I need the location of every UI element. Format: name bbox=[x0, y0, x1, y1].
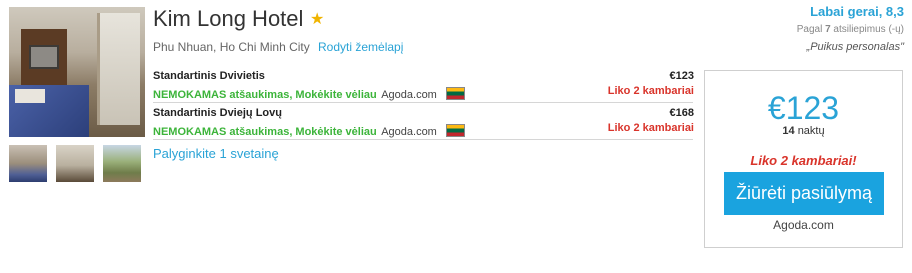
rate-price[interactable]: €168 bbox=[670, 107, 694, 119]
star-icon: ★ bbox=[310, 11, 325, 28]
hotel-name[interactable]: Kim Long Hotel bbox=[153, 6, 303, 32]
review-quote: „Puikus personalas" bbox=[806, 41, 904, 53]
photo-tv bbox=[29, 45, 59, 69]
lithuania-flag-icon bbox=[446, 124, 466, 138]
rate-divider bbox=[153, 102, 693, 103]
deal-nights-label: naktų bbox=[797, 125, 825, 137]
rate-price[interactable]: €123 bbox=[670, 70, 694, 82]
hotel-address: Phu Nhuan, Ho Chi Minh City bbox=[153, 40, 310, 54]
rate-rooms-left: Liko 2 kambariai bbox=[607, 85, 694, 97]
compare-sites-link[interactable]: Palyginkite 1 svetainę bbox=[153, 146, 279, 161]
review-rating[interactable]: Labai gerai, 8,3 bbox=[810, 4, 904, 19]
rate-row[interactable]: NEMOKAMAS atšaukimas, Mokėkite vėliau Ag… bbox=[153, 85, 466, 103]
hotel-thumbnail-1[interactable] bbox=[9, 145, 47, 182]
deal-price[interactable]: €123 bbox=[704, 90, 903, 127]
view-deal-button[interactable]: Žiūrėti pasiūlymą bbox=[724, 172, 884, 215]
deal-provider: Agoda.com bbox=[773, 218, 834, 232]
rate-provider: Agoda.com bbox=[381, 89, 437, 101]
deal-nights: 14 naktų bbox=[704, 125, 903, 137]
deal-nights-count: 14 bbox=[782, 125, 795, 137]
review-count-number: 7 bbox=[825, 24, 831, 35]
rate-rooms-left: Liko 2 kambariai bbox=[607, 122, 694, 134]
review-count-suffix: atsiliepimus (-ų) bbox=[833, 24, 904, 35]
rate-row[interactable]: NEMOKAMAS atšaukimas, Mokėkite vėliau Ag… bbox=[153, 122, 466, 140]
rate-room-name: Standartinis Dvivietis bbox=[153, 70, 265, 82]
photo-pillow bbox=[15, 89, 45, 103]
lithuania-flag-icon bbox=[446, 87, 466, 101]
show-map-link[interactable]: Rodyti žemėlapį bbox=[318, 40, 403, 54]
deal-rooms-left: Liko 2 kambariai! bbox=[750, 153, 857, 168]
free-cancellation-label: NEMOKAMAS atšaukimas, Mokėkite vėliau bbox=[153, 89, 377, 101]
rate-divider bbox=[153, 139, 693, 140]
hotel-main-photo[interactable] bbox=[9, 7, 145, 137]
review-count-prefix: Pagal bbox=[796, 24, 823, 35]
rate-room-name: Standartinis Dviejų Lovų bbox=[153, 107, 282, 119]
rate-provider: Agoda.com bbox=[381, 126, 437, 138]
hotel-thumbnail-2[interactable] bbox=[56, 145, 94, 182]
review-count: Pagal 7 atsiliepimus (-ų) bbox=[797, 24, 904, 35]
photo-door bbox=[97, 13, 140, 125]
hotel-thumbnail-3[interactable] bbox=[103, 145, 141, 182]
free-cancellation-label: NEMOKAMAS atšaukimas, Mokėkite vėliau bbox=[153, 126, 377, 138]
